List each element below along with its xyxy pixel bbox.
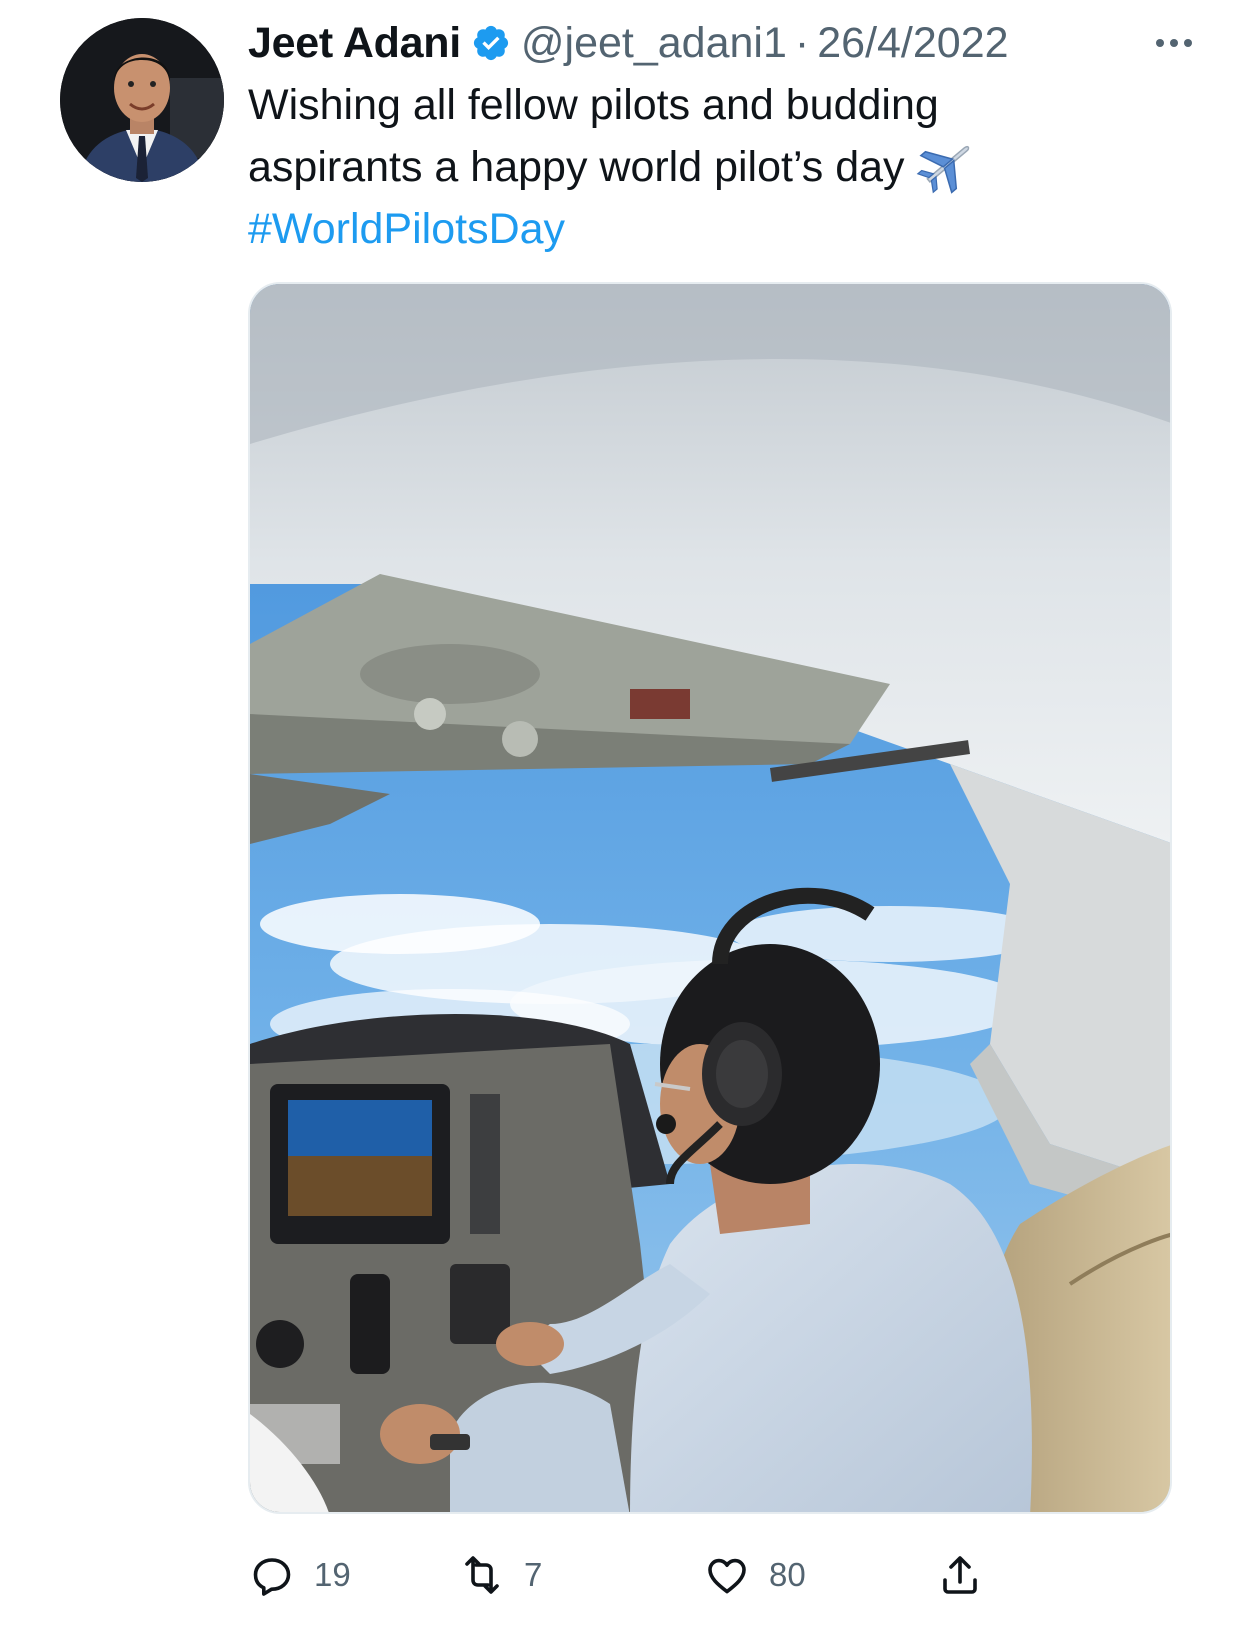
reply-count: 19: [314, 1556, 351, 1593]
tweet-header: Jeet Adani @jeet_adani1 · 26/4/2022: [248, 14, 1201, 72]
tweet-text: Wishing all fellow pilots and budding as…: [248, 74, 1108, 260]
tweet-date[interactable]: 26/4/2022: [817, 19, 1008, 68]
hashtag-link[interactable]: #WorldPilotsDay: [248, 205, 565, 253]
like-count: 80: [769, 1556, 806, 1593]
verified-badge-icon: [473, 25, 508, 61]
tweet-text-line-2: aspirants a happy world pilot’s day: [248, 143, 905, 191]
avatar[interactable]: [60, 18, 224, 182]
share-button[interactable]: [936, 1545, 984, 1605]
cockpit-photo: [250, 284, 1170, 1512]
more-dots-icon: [1156, 39, 1192, 47]
retweet-count: 7: [524, 1556, 543, 1593]
tweet-actions: 19 7 80: [248, 1545, 1068, 1605]
retweet-icon: [465, 1556, 499, 1594]
reply-icon: [253, 1558, 291, 1596]
author-handle[interactable]: @jeet_adani1: [521, 19, 787, 68]
share-icon: [943, 1556, 977, 1594]
tweet-media-photo[interactable]: [248, 282, 1172, 1514]
header-separator: ·: [794, 18, 810, 67]
tweet-text-line-1: Wishing all fellow pilots and budding: [248, 81, 939, 129]
avatar-image: [60, 18, 224, 182]
retweet-button[interactable]: 7: [458, 1545, 542, 1605]
reply-button[interactable]: 19: [248, 1545, 351, 1605]
tweet-text-line-2-wrap: aspirants a happy world pilot’s day: [248, 136, 1108, 198]
more-options-button[interactable]: [1147, 18, 1201, 68]
heart-icon: [708, 1558, 746, 1594]
like-button[interactable]: 80: [703, 1545, 806, 1605]
author-name[interactable]: Jeet Adani: [248, 19, 461, 68]
airplane-emoji-icon: [916, 145, 969, 194]
